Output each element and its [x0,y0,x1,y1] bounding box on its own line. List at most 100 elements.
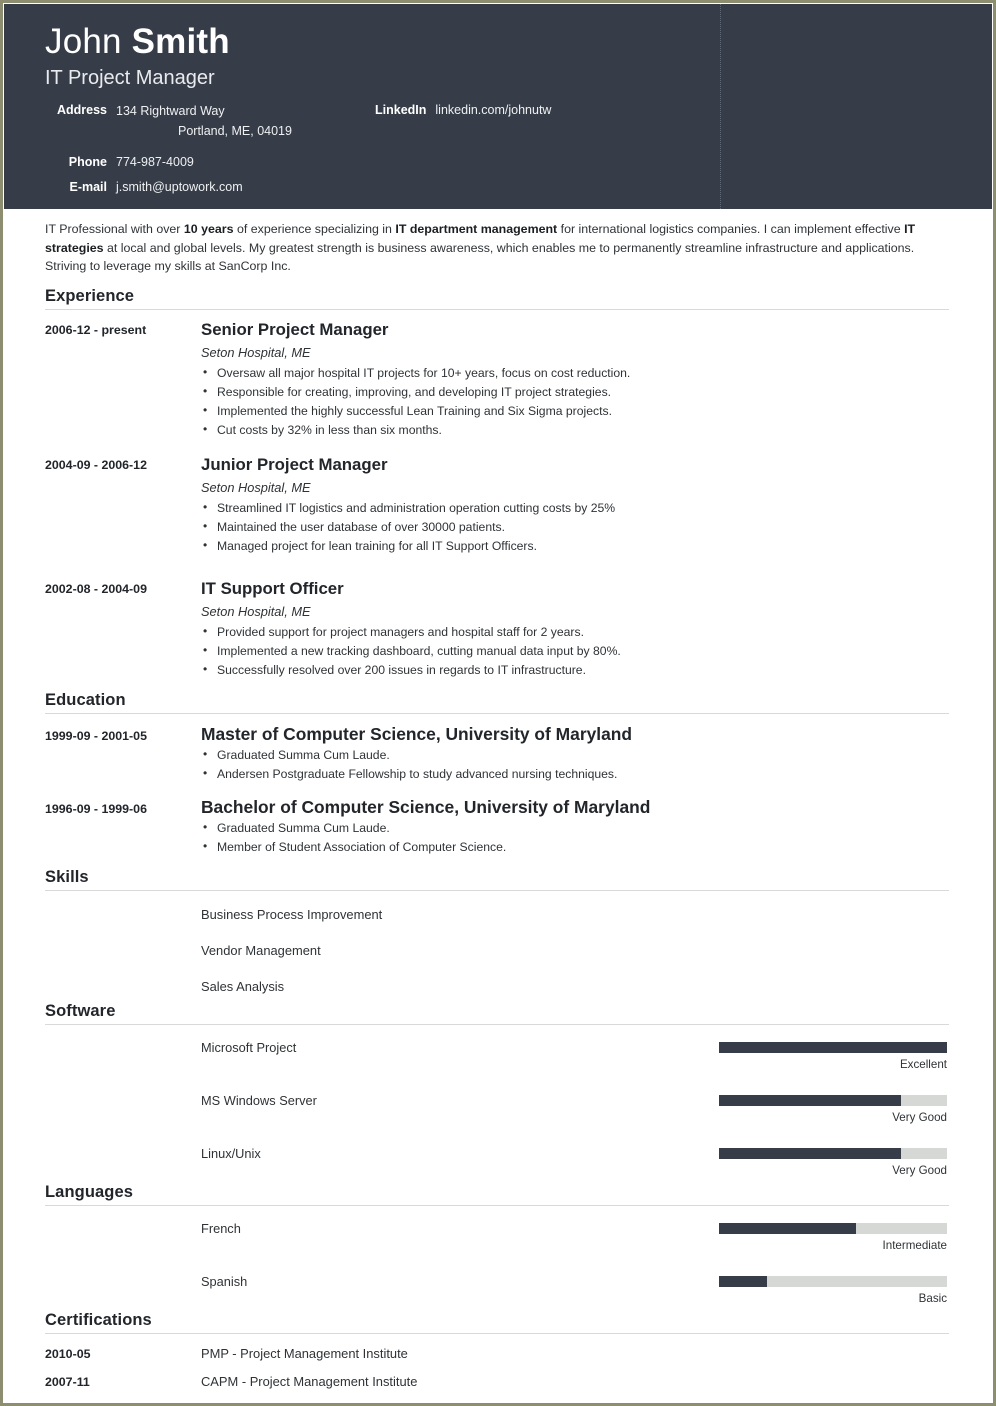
education-entry: 1996-09 - 1999-06 Bachelor of Computer S… [45,796,949,857]
summary-text-2: of experience specializing in [233,222,396,236]
linkedin-label: LinkedIn [375,103,427,117]
languages-list: French Intermediate Spanish Basic [45,1219,949,1305]
section-title-experience: Experience [45,287,949,310]
experience-bullets: Streamlined IT logistics and administrat… [201,498,949,556]
education-date: 1996-09 - 1999-06 [45,801,147,816]
certification-name: PRINCE2® Foundation [201,1402,334,1403]
meter-track [719,1041,947,1053]
address-line-2: Portland, ME, 04019 [178,124,292,138]
bullet-item: Streamlined IT logistics and administrat… [201,498,949,518]
contact-row-address: Address 134 Rightward Way Portland, ME, … [45,102,992,140]
resume-header: John Smith IT Project Manager Address 13… [4,4,992,209]
meter-track [719,1222,947,1234]
bullet-item: Graduated Summa Cum Laude. [201,745,949,765]
meter-fill [719,1041,947,1053]
bullet-item: Implemented the highly successful Lean T… [201,401,949,421]
experience-entry: 2006-12 - present Senior Project Manager… [45,319,949,440]
first-name: John [45,22,122,61]
certification-date: 2010-05 [45,1346,91,1361]
meter-track [719,1275,947,1287]
language-rating-meter: Intermediate [719,1219,949,1252]
summary-bold-2: IT department management [395,222,558,236]
bullet-item: Responsible for creating, improving, and… [201,382,949,402]
bullet-item: Cut costs by 32% in less than six months… [201,420,949,440]
phone-label: Phone [68,155,107,169]
address-label: Address [56,103,107,117]
bullet-item: Oversaw all major hospital IT projects f… [201,363,949,383]
experience-list: 2006-12 - present Senior Project Manager… [45,319,949,680]
language-rating-meter: Basic [719,1272,949,1305]
summary-bold-1: 10 years [183,222,234,236]
bullet-item: Successfully resolved over 200 issues in… [201,660,949,680]
skill-name: Vendor Management [201,942,321,958]
resume-page: John Smith IT Project Manager Address 13… [3,3,993,1403]
software-row: MS Windows Server Very Good [45,1091,949,1124]
experience-job-title: Senior Project Manager [201,319,389,339]
skill-row: Sales Analysis [45,977,949,996]
email-label: E-mail [69,180,107,194]
experience-job-title: Junior Project Manager [201,454,388,474]
meter-fill [719,1094,902,1106]
language-name: Spanish [201,1273,248,1289]
skill-row: Vendor Management [45,941,949,960]
experience-entry: 2004-09 - 2006-12 Junior Project Manager… [45,454,949,556]
education-list: 1999-09 - 2001-05 Master of Computer Sci… [45,723,949,857]
email-value[interactable]: j.smith@uptowork.com [116,179,243,196]
skills-list: Business Process Improvement Vendor Mana… [45,905,949,996]
section-title-software: Software [45,1002,949,1025]
language-row: French Intermediate [45,1219,949,1252]
experience-company: Seton Hospital, ME [201,479,311,495]
summary-text-3: for international logistics companies. I… [557,222,905,236]
education-degree: Bachelor of Computer Science, University… [201,796,651,817]
software-level-label: Excellent [899,1057,947,1071]
software-row: Microsoft Project Excellent [45,1038,949,1071]
linkedin-value[interactable]: linkedin.com/johnutw [435,102,551,119]
education-degree: Master of Computer Science, University o… [201,723,633,744]
bullet-item: Managed project for lean training for al… [201,536,949,556]
job-title: IT Project Manager [45,67,215,89]
certification-row: 2007-11 CAPM - Project Management Instit… [45,1374,949,1389]
certification-row: 2003-04 PRINCE2® Foundation [45,1402,949,1403]
summary-text-1: IT Professional with over [45,222,184,236]
software-name: Linux/Unix [201,1145,261,1161]
experience-job-title: IT Support Officer [201,578,344,598]
meter-track [719,1147,947,1159]
certification-name: PMP - Project Management Institute [201,1345,408,1361]
education-entry: 1999-09 - 2001-05 Master of Computer Sci… [45,723,949,784]
software-rating-meter: Very Good [719,1091,949,1124]
bullet-item: Implemented a new tracking dashboard, cu… [201,641,949,661]
software-name: MS Windows Server [201,1092,317,1108]
certifications-list: 2010-05 PMP - Project Management Institu… [45,1346,949,1403]
section-title-skills: Skills [45,868,949,891]
certification-row: 2010-05 PMP - Project Management Institu… [45,1346,949,1361]
language-level-label: Basic [918,1291,947,1305]
software-name: Microsoft Project [201,1039,297,1055]
meter-fill [719,1147,902,1159]
experience-company: Seton Hospital, ME [201,344,311,360]
meter-fill [719,1275,767,1287]
skill-name: Business Process Improvement [201,906,383,922]
software-list: Microsoft Project Excellent MS Windows S… [45,1038,949,1177]
certification-date: 2007-11 [45,1374,90,1389]
resume-body: IT Professional with over 10 years of ex… [4,220,992,1403]
resume-page-frame: John Smith IT Project Manager Address 13… [0,0,996,1406]
address-line-1: 134 Rightward Way [116,104,225,118]
language-name: French [201,1220,241,1236]
bullet-item: Provided support for project managers an… [201,622,949,642]
education-bullets: Graduated Summa Cum Laude. Member of Stu… [201,818,949,857]
page-title: John Smith [45,21,992,63]
skill-name: Sales Analysis [201,978,285,994]
software-row: Linux/Unix Very Good [45,1144,949,1177]
meter-fill [719,1222,856,1234]
education-date: 1999-09 - 2001-05 [45,728,147,743]
language-level-label: Intermediate [882,1238,947,1252]
contact-row-linkedin: LinkedIn linkedin.com/johnutw [375,102,551,119]
section-title-certifications: Certifications [45,1311,949,1334]
bullet-item: Member of Student Association of Compute… [201,837,949,857]
phone-value[interactable]: 774-987-4009 [116,154,194,171]
contact-row-phone: Phone 774-987-4009 [45,154,992,171]
contact-block: Address 134 Rightward Way Portland, ME, … [45,102,992,196]
skill-row: Business Process Improvement [45,905,949,924]
last-name: Smith [131,22,230,61]
experience-company: Seton Hospital, ME [201,603,311,619]
